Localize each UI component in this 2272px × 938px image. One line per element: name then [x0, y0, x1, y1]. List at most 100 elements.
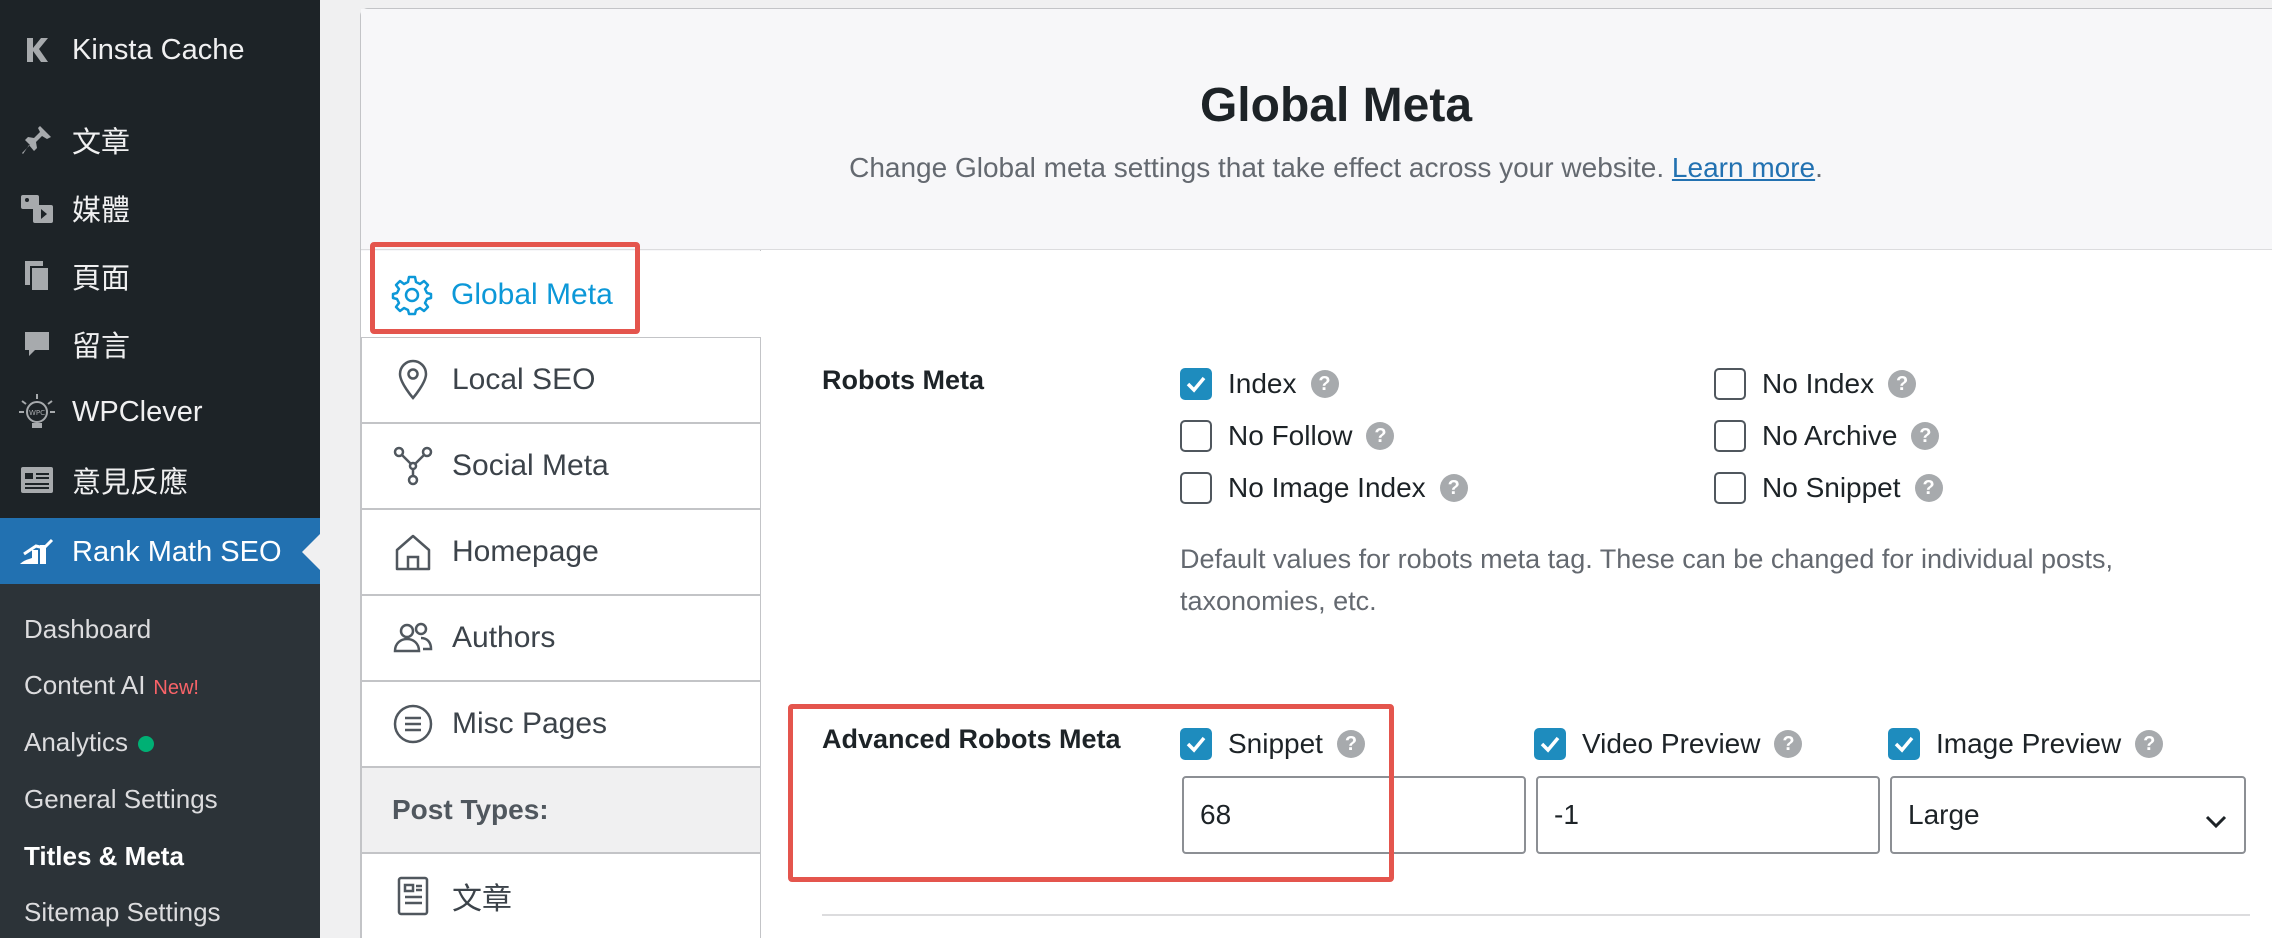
submenu-label: Analytics	[24, 727, 129, 757]
rank-math-icon	[18, 533, 56, 571]
menu-item-pages[interactable]: 頁面	[0, 242, 320, 310]
tab-section-post-types: Post Types:	[361, 767, 761, 853]
menu-item-comments[interactable]: 留言	[0, 310, 320, 378]
menu-item-media[interactable]: 媒體	[0, 174, 320, 242]
list-circle-icon	[392, 703, 434, 745]
section-label: Post Types:	[392, 794, 549, 825]
submenu-titles-meta[interactable]: Titles & Meta	[24, 841, 184, 872]
menu-label: 媒體	[72, 195, 131, 227]
image-preview-option[interactable]: Image Preview ?	[1888, 728, 2164, 760]
help-icon[interactable]: ?	[1914, 474, 1943, 502]
tab-misc-pages[interactable]: Misc Pages	[361, 681, 761, 767]
index-checkbox[interactable]	[1180, 368, 1212, 400]
new-badge: New!	[153, 677, 199, 699]
snippet-length-input[interactable]: 68	[1182, 776, 1526, 854]
image-preview-select[interactable]: Large	[1890, 776, 2246, 854]
help-icon[interactable]: ?	[1310, 370, 1339, 398]
tab-label: Authors	[452, 621, 556, 654]
submenu-sitemap-settings[interactable]: Sitemap Settings	[24, 897, 221, 928]
no-archive-checkbox[interactable]	[1714, 420, 1746, 452]
robots-meta-label: Robots Meta	[822, 365, 984, 395]
gear-icon	[391, 274, 433, 316]
help-icon[interactable]: ?	[1888, 370, 1917, 398]
snippet-checkbox[interactable]	[1180, 728, 1212, 760]
tab-posts[interactable]: 文章	[361, 853, 761, 938]
submenu-dashboard[interactable]: Dashboard	[24, 614, 151, 645]
svg-text:WPC: WPC	[29, 409, 45, 417]
help-icon[interactable]: ?	[1911, 422, 1940, 450]
tab-social-meta[interactable]: Social Meta	[361, 423, 761, 509]
option-label: No Snippet	[1762, 472, 1901, 503]
document-icon	[392, 875, 434, 917]
no-follow-checkbox[interactable]	[1180, 420, 1212, 452]
help-icon[interactable]: ?	[1774, 730, 1803, 758]
page-description: Change Global meta settings that take ef…	[0, 152, 2272, 184]
location-pin-icon	[392, 359, 434, 401]
learn-more-link[interactable]: Learn more	[1672, 152, 1815, 183]
help-icon[interactable]: ?	[1439, 474, 1468, 502]
tab-label: 文章	[452, 883, 512, 916]
help-icon[interactable]: ?	[1336, 730, 1365, 758]
option-label: Image Preview	[1936, 728, 2122, 759]
users-icon	[392, 617, 434, 659]
tab-label: Local SEO	[452, 363, 596, 396]
no-image-index-checkbox[interactable]	[1180, 472, 1212, 504]
option-label: Video Preview	[1582, 728, 1761, 759]
tab-global-meta[interactable]: Global Meta	[361, 251, 761, 339]
comment-icon	[18, 325, 56, 363]
tab-label: Homepage	[452, 535, 599, 568]
section-divider	[822, 914, 2250, 916]
no-snippet-checkbox[interactable]	[1714, 472, 1746, 504]
menu-label: 頁面	[72, 263, 131, 295]
no-image-index-option[interactable]: No Image Index ?	[1180, 472, 1468, 504]
tab-label: Social Meta	[452, 449, 609, 482]
description-text: Change Global meta settings that take ef…	[849, 152, 1665, 183]
wpclever-icon: WPC	[18, 393, 56, 431]
home-icon	[392, 531, 434, 573]
option-label: No Image Index	[1228, 472, 1426, 503]
option-label: No Follow	[1228, 420, 1353, 451]
chevron-down-icon	[2204, 805, 2228, 837]
description-period: .	[1815, 152, 1823, 183]
snippet-option[interactable]: Snippet ?	[1180, 728, 1365, 760]
submenu-general-settings[interactable]: General Settings	[24, 784, 218, 815]
tab-homepage[interactable]: Homepage	[361, 509, 761, 595]
no-follow-option[interactable]: No Follow ?	[1180, 420, 1395, 452]
tab-label: Misc Pages	[452, 707, 608, 740]
option-label: No Archive	[1762, 420, 1898, 451]
page-title: Global Meta	[1199, 79, 1473, 132]
help-icon[interactable]: ?	[1366, 422, 1395, 450]
submenu-label: Content AI	[24, 670, 146, 700]
pages-icon	[18, 257, 56, 295]
video-preview-input[interactable]: -1	[1536, 776, 1880, 854]
menu-item-feedback[interactable]: 意見反應	[0, 446, 320, 514]
no-snippet-option[interactable]: No Snippet ?	[1714, 472, 1943, 504]
menu-item-rank-math-seo[interactable]: Rank Math SEO	[0, 518, 320, 586]
no-index-option[interactable]: No Index ?	[1714, 368, 1917, 400]
index-option[interactable]: Index ?	[1180, 368, 1339, 400]
menu-item-kinsta-cache[interactable]: Kinsta Cache	[0, 16, 320, 84]
option-label: Index	[1228, 368, 1297, 399]
image-preview-checkbox[interactable]	[1888, 728, 1920, 760]
no-index-checkbox[interactable]	[1714, 368, 1746, 400]
feedback-icon	[18, 461, 56, 499]
menu-item-wpclever[interactable]: WPC WPClever	[0, 378, 320, 446]
admin-sidebar: Kinsta Cache 文章 媒體 頁面 留言 WPC WPClever 意見…	[0, 0, 320, 938]
submenu-content-ai[interactable]: Content AI New!	[24, 670, 199, 701]
tab-authors[interactable]: Authors	[361, 595, 761, 681]
robots-meta-description: Default values for robots meta tag. Thes…	[1180, 544, 2114, 616]
advanced-robots-label: Advanced Robots Meta	[822, 724, 1121, 754]
menu-label: 留言	[72, 331, 131, 363]
tab-local-seo[interactable]: Local SEO	[361, 337, 761, 423]
menu-label: WPClever	[72, 395, 203, 428]
status-dot	[138, 736, 155, 753]
help-icon[interactable]: ?	[2135, 730, 2164, 758]
share-nodes-icon	[392, 445, 434, 487]
submenu-analytics[interactable]: Analytics	[24, 727, 155, 758]
kinsta-icon	[18, 31, 56, 69]
video-preview-option[interactable]: Video Preview ?	[1534, 728, 1803, 760]
media-icon	[18, 189, 56, 227]
menu-label: Kinsta Cache	[72, 33, 245, 66]
no-archive-option[interactable]: No Archive ?	[1714, 420, 1940, 452]
video-preview-checkbox[interactable]	[1534, 728, 1566, 760]
